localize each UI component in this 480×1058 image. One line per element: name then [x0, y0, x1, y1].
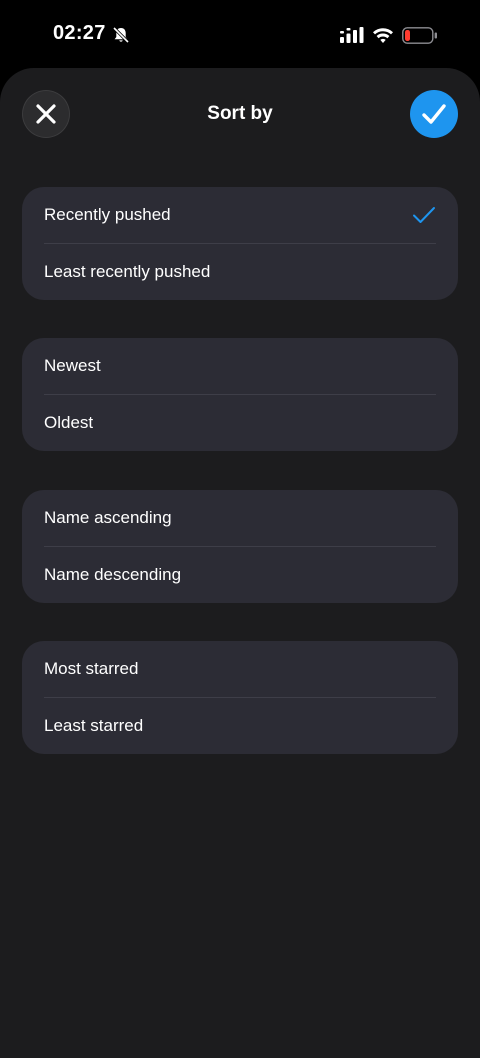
- sheet-header: Sort by: [0, 68, 480, 160]
- sort-option-recently-pushed[interactable]: Recently pushed: [22, 187, 458, 243]
- sort-option-most-starred[interactable]: Most starred: [22, 641, 458, 697]
- selected-checkmark-icon: [413, 207, 435, 223]
- sort-option-name-ascending[interactable]: Name ascending: [22, 490, 458, 546]
- sort-option-name-descending[interactable]: Name descending: [22, 547, 458, 603]
- sort-group-pushed: Recently pushed Least recently pushed: [22, 187, 458, 300]
- close-icon: [36, 104, 56, 124]
- sort-option-label: Recently pushed: [44, 205, 171, 224]
- sort-group-name: Name ascending Name descending: [22, 490, 458, 603]
- sort-option-label: Most starred: [44, 659, 139, 678]
- page-title: Sort by: [207, 103, 273, 124]
- sort-option-least-starred[interactable]: Least starred: [22, 698, 458, 754]
- sort-option-newest[interactable]: Newest: [22, 338, 458, 394]
- sort-option-least-recently-pushed[interactable]: Least recently pushed: [22, 244, 458, 300]
- status-time: 02:27: [53, 22, 106, 44]
- sort-option-oldest[interactable]: Oldest: [22, 395, 458, 451]
- status-bar: 02:27: [0, 0, 480, 70]
- close-button[interactable]: [22, 90, 70, 138]
- confirm-button[interactable]: [410, 90, 458, 138]
- wifi-icon: [373, 28, 393, 43]
- sort-option-label: Oldest: [44, 413, 94, 432]
- sort-option-label: Name descending: [44, 565, 182, 584]
- sort-option-label: Least recently pushed: [44, 262, 211, 281]
- sort-sheet: Sort by Recently pushed Least recently p…: [0, 68, 480, 1058]
- sort-option-label: Name ascending: [44, 508, 172, 527]
- sort-option-label: Least starred: [44, 716, 144, 735]
- battery-low-icon: [402, 27, 437, 44]
- bell-slash-icon: [112, 26, 130, 44]
- sort-group-age: Newest Oldest: [22, 338, 458, 451]
- sort-group-stars: Most starred Least starred: [22, 641, 458, 754]
- checkmark-icon: [422, 104, 446, 124]
- signal-icon: [340, 27, 364, 43]
- sort-option-label: Newest: [44, 356, 101, 375]
